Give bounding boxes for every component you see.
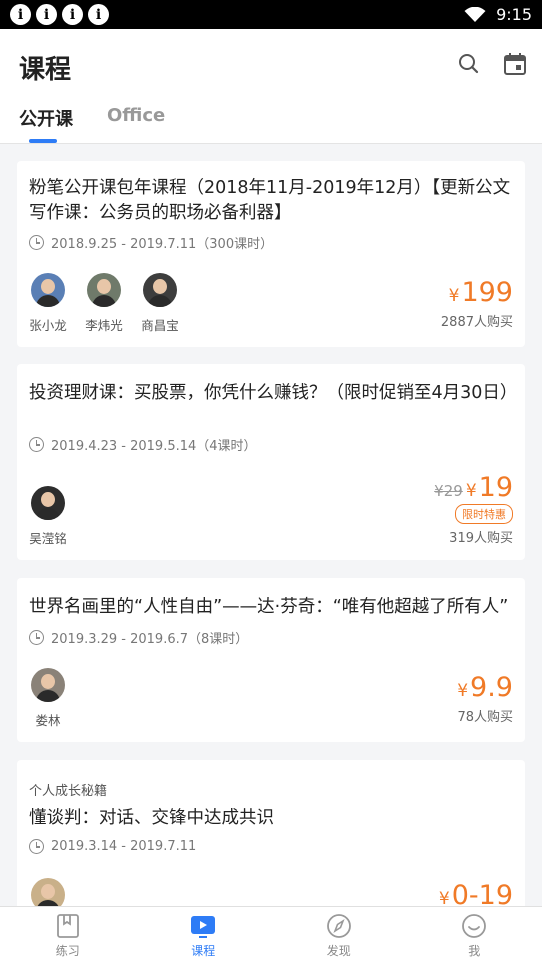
nav-discover[interactable]: 发现: [271, 907, 407, 964]
course-title: 世界名画里的“人性自由”——达·芬奇：“唯有他超越了所有人”: [29, 597, 509, 617]
page-title: 课程: [19, 55, 72, 85]
original-price: ¥29: [434, 482, 463, 500]
price-value: 199: [461, 277, 513, 308]
avatar: [87, 273, 121, 307]
notification-icons: i i i i: [10, 4, 109, 25]
info-notification-icon: i: [36, 4, 57, 25]
nav-label: 我: [468, 944, 481, 958]
wifi-icon: [464, 6, 486, 22]
nav-label: 课程: [191, 944, 216, 958]
calendar-icon[interactable]: [502, 51, 528, 77]
course-date: 2019.3.14 - 2019.7.11: [29, 839, 196, 854]
teacher[interactable]: 李炜光: [85, 273, 123, 334]
teacher[interactable]: 商昌宝: [141, 273, 179, 334]
course-title: 懂谈判：对话、交锋中达成共识: [29, 808, 274, 828]
course-card[interactable]: 世界名画里的“人性自由”——达·芬奇：“唯有他超越了所有人” 2019.3.29…: [17, 578, 525, 742]
course-date: 2019.4.23 - 2019.5.14（4课时）: [29, 435, 257, 454]
clock-icon: [29, 630, 44, 645]
status-bar: i i i i 9:15: [0, 0, 542, 29]
clock-icon: [29, 839, 44, 854]
clock-icon: [29, 235, 44, 250]
nav-me[interactable]: 我: [407, 907, 542, 964]
price-value: 9.9: [470, 672, 513, 703]
buyer-count: 319人购买: [449, 531, 513, 546]
teacher-name: 吴滢铭: [29, 531, 67, 546]
teacher-list: 张小龙 李炜光 商昌宝: [29, 273, 179, 334]
course-tabs: 公开课 Office: [19, 105, 165, 143]
price-value: 0-19: [451, 880, 513, 906]
tab-office[interactable]: Office: [107, 105, 165, 143]
avatar: [31, 486, 65, 520]
course-date-text: 2018.9.25 - 2019.7.11（300课时）: [51, 237, 274, 252]
price-value: 19: [478, 472, 513, 503]
currency-symbol: ¥: [448, 286, 460, 306]
teacher[interactable]: 张小龙: [29, 273, 67, 334]
price-block: ¥9.9 78人购买: [457, 672, 513, 725]
buyer-count: 2887人购买: [440, 315, 513, 330]
info-notification-icon: i: [62, 4, 83, 25]
course-price: ¥9.9: [457, 672, 513, 703]
course-card[interactable]: 投资理财课：买股票，你凭什么赚钱？（限时促销至4月30日） 2019.4.23 …: [17, 364, 525, 560]
teacher[interactable]: [29, 878, 67, 906]
avatar: [31, 668, 65, 702]
course-title: 粉笔公开课包年课程（2018年11月-2019年12月）【更新公文写作课：公务员…: [29, 178, 511, 223]
course-category: 个人成长秘籍: [29, 784, 108, 799]
currency-symbol: ¥: [438, 889, 450, 906]
price-block: ¥199 2887人购买: [441, 277, 513, 330]
profile-icon: [462, 914, 487, 938]
course-card[interactable]: 个人成长秘籍 懂谈判：对话、交锋中达成共识 2019.3.14 - 2019.7…: [17, 760, 525, 906]
course-date: 2019.3.29 - 2019.6.7（8课时）: [29, 628, 248, 647]
nav-course[interactable]: 课程: [136, 907, 272, 964]
practice-icon: [56, 914, 79, 938]
course-card[interactable]: 粉笔公开课包年课程（2018年11月-2019年12月）【更新公文写作课：公务员…: [17, 161, 525, 347]
teacher-list: [29, 878, 67, 906]
nav-practice[interactable]: 练习: [0, 907, 136, 964]
info-notification-icon: i: [10, 4, 31, 25]
currency-symbol: ¥: [465, 481, 477, 501]
course-list[interactable]: 粉笔公开课包年课程（2018年11月-2019年12月）【更新公文写作课：公务员…: [0, 144, 542, 906]
teacher-name: 张小龙: [29, 318, 67, 333]
avatar: [31, 273, 65, 307]
tab-open-course[interactable]: 公开课: [19, 105, 73, 143]
avatar: [143, 273, 177, 307]
course-date-text: 2019.3.29 - 2019.6.7（8课时）: [51, 632, 249, 647]
price-block: ¥0-19: [439, 880, 513, 906]
teacher-list: 吴滢铭: [29, 486, 67, 547]
teacher-list: 娄林: [29, 668, 67, 729]
info-notification-icon: i: [88, 4, 109, 25]
course-price: ¥0-19: [439, 880, 513, 906]
course-date-text: 2019.4.23 - 2019.5.14（4课时）: [51, 439, 257, 454]
price-block: ¥29 ¥19 限时特惠 319人购买: [434, 472, 513, 546]
course-play-icon: [191, 916, 216, 938]
app-header: 课程 公开课 Office: [0, 29, 542, 144]
course-price: ¥29 ¥19: [434, 472, 513, 503]
clock-time: 9:15: [496, 5, 532, 24]
search-icon[interactable]: [456, 51, 482, 77]
nav-label: 发现: [326, 944, 351, 958]
currency-symbol: ¥: [457, 681, 469, 701]
compass-icon: [326, 914, 351, 938]
teacher-name: 商昌宝: [141, 318, 179, 333]
nav-label: 练习: [55, 944, 80, 958]
avatar: [31, 878, 65, 906]
bottom-nav: 练习 课程 发现 我: [0, 906, 542, 964]
teacher-name: 娄林: [35, 713, 61, 728]
buyer-count: 78人购买: [457, 710, 513, 725]
course-date-text: 2019.3.14 - 2019.7.11: [51, 839, 197, 854]
teacher[interactable]: 吴滢铭: [29, 486, 67, 547]
course-date: 2018.9.25 - 2019.7.11（300课时）: [29, 233, 273, 252]
teacher-name: 李炜光: [85, 318, 123, 333]
promo-badge: 限时特惠: [455, 504, 513, 524]
course-title: 投资理财课：买股票，你凭什么赚钱？（限时促销至4月30日）: [29, 383, 518, 403]
teacher[interactable]: 娄林: [29, 668, 67, 729]
course-price: ¥199: [441, 277, 513, 308]
clock-icon: [29, 437, 44, 452]
